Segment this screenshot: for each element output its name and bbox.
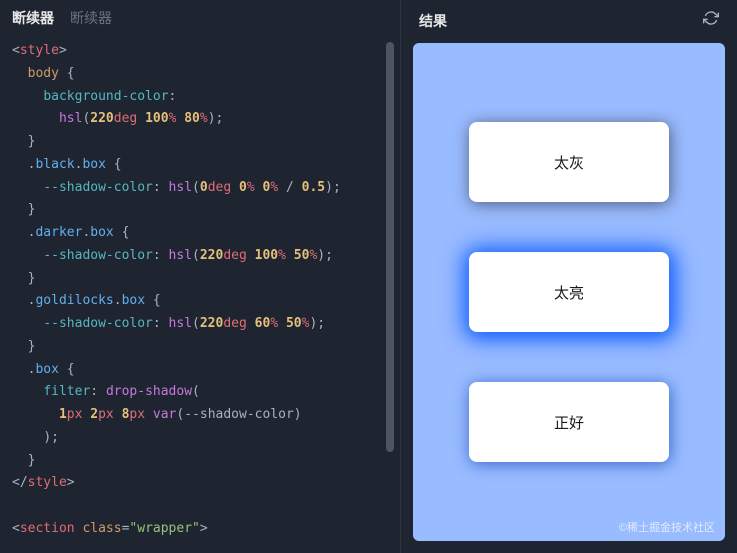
- result-title: 结果: [419, 11, 447, 31]
- code-editor[interactable]: <style> body { background-color: hsl(220…: [0, 32, 400, 553]
- box-goldilocks: 正好: [469, 382, 669, 462]
- tab-bar: 断续器 断续器: [0, 0, 400, 32]
- result-header: 结果: [401, 0, 737, 39]
- refresh-icon[interactable]: [703, 10, 719, 31]
- code-content: <style> body { background-color: hsl(220…: [12, 40, 396, 541]
- tab-inactive[interactable]: 断续器: [70, 8, 112, 28]
- result-panel: 结果 太灰 太亮 正好 ©稀土掘金技术社区: [400, 0, 737, 553]
- box-darker: 太亮: [469, 252, 669, 332]
- preview-area: 太灰 太亮 正好 ©稀土掘金技术社区: [413, 43, 725, 541]
- box-black: 太灰: [469, 122, 669, 202]
- code-panel: 断续器 断续器 <style> body { background-color:…: [0, 0, 400, 553]
- watermark: ©稀土掘金技术社区: [619, 519, 715, 535]
- tab-active[interactable]: 断续器: [12, 8, 54, 28]
- scrollbar[interactable]: [386, 42, 394, 452]
